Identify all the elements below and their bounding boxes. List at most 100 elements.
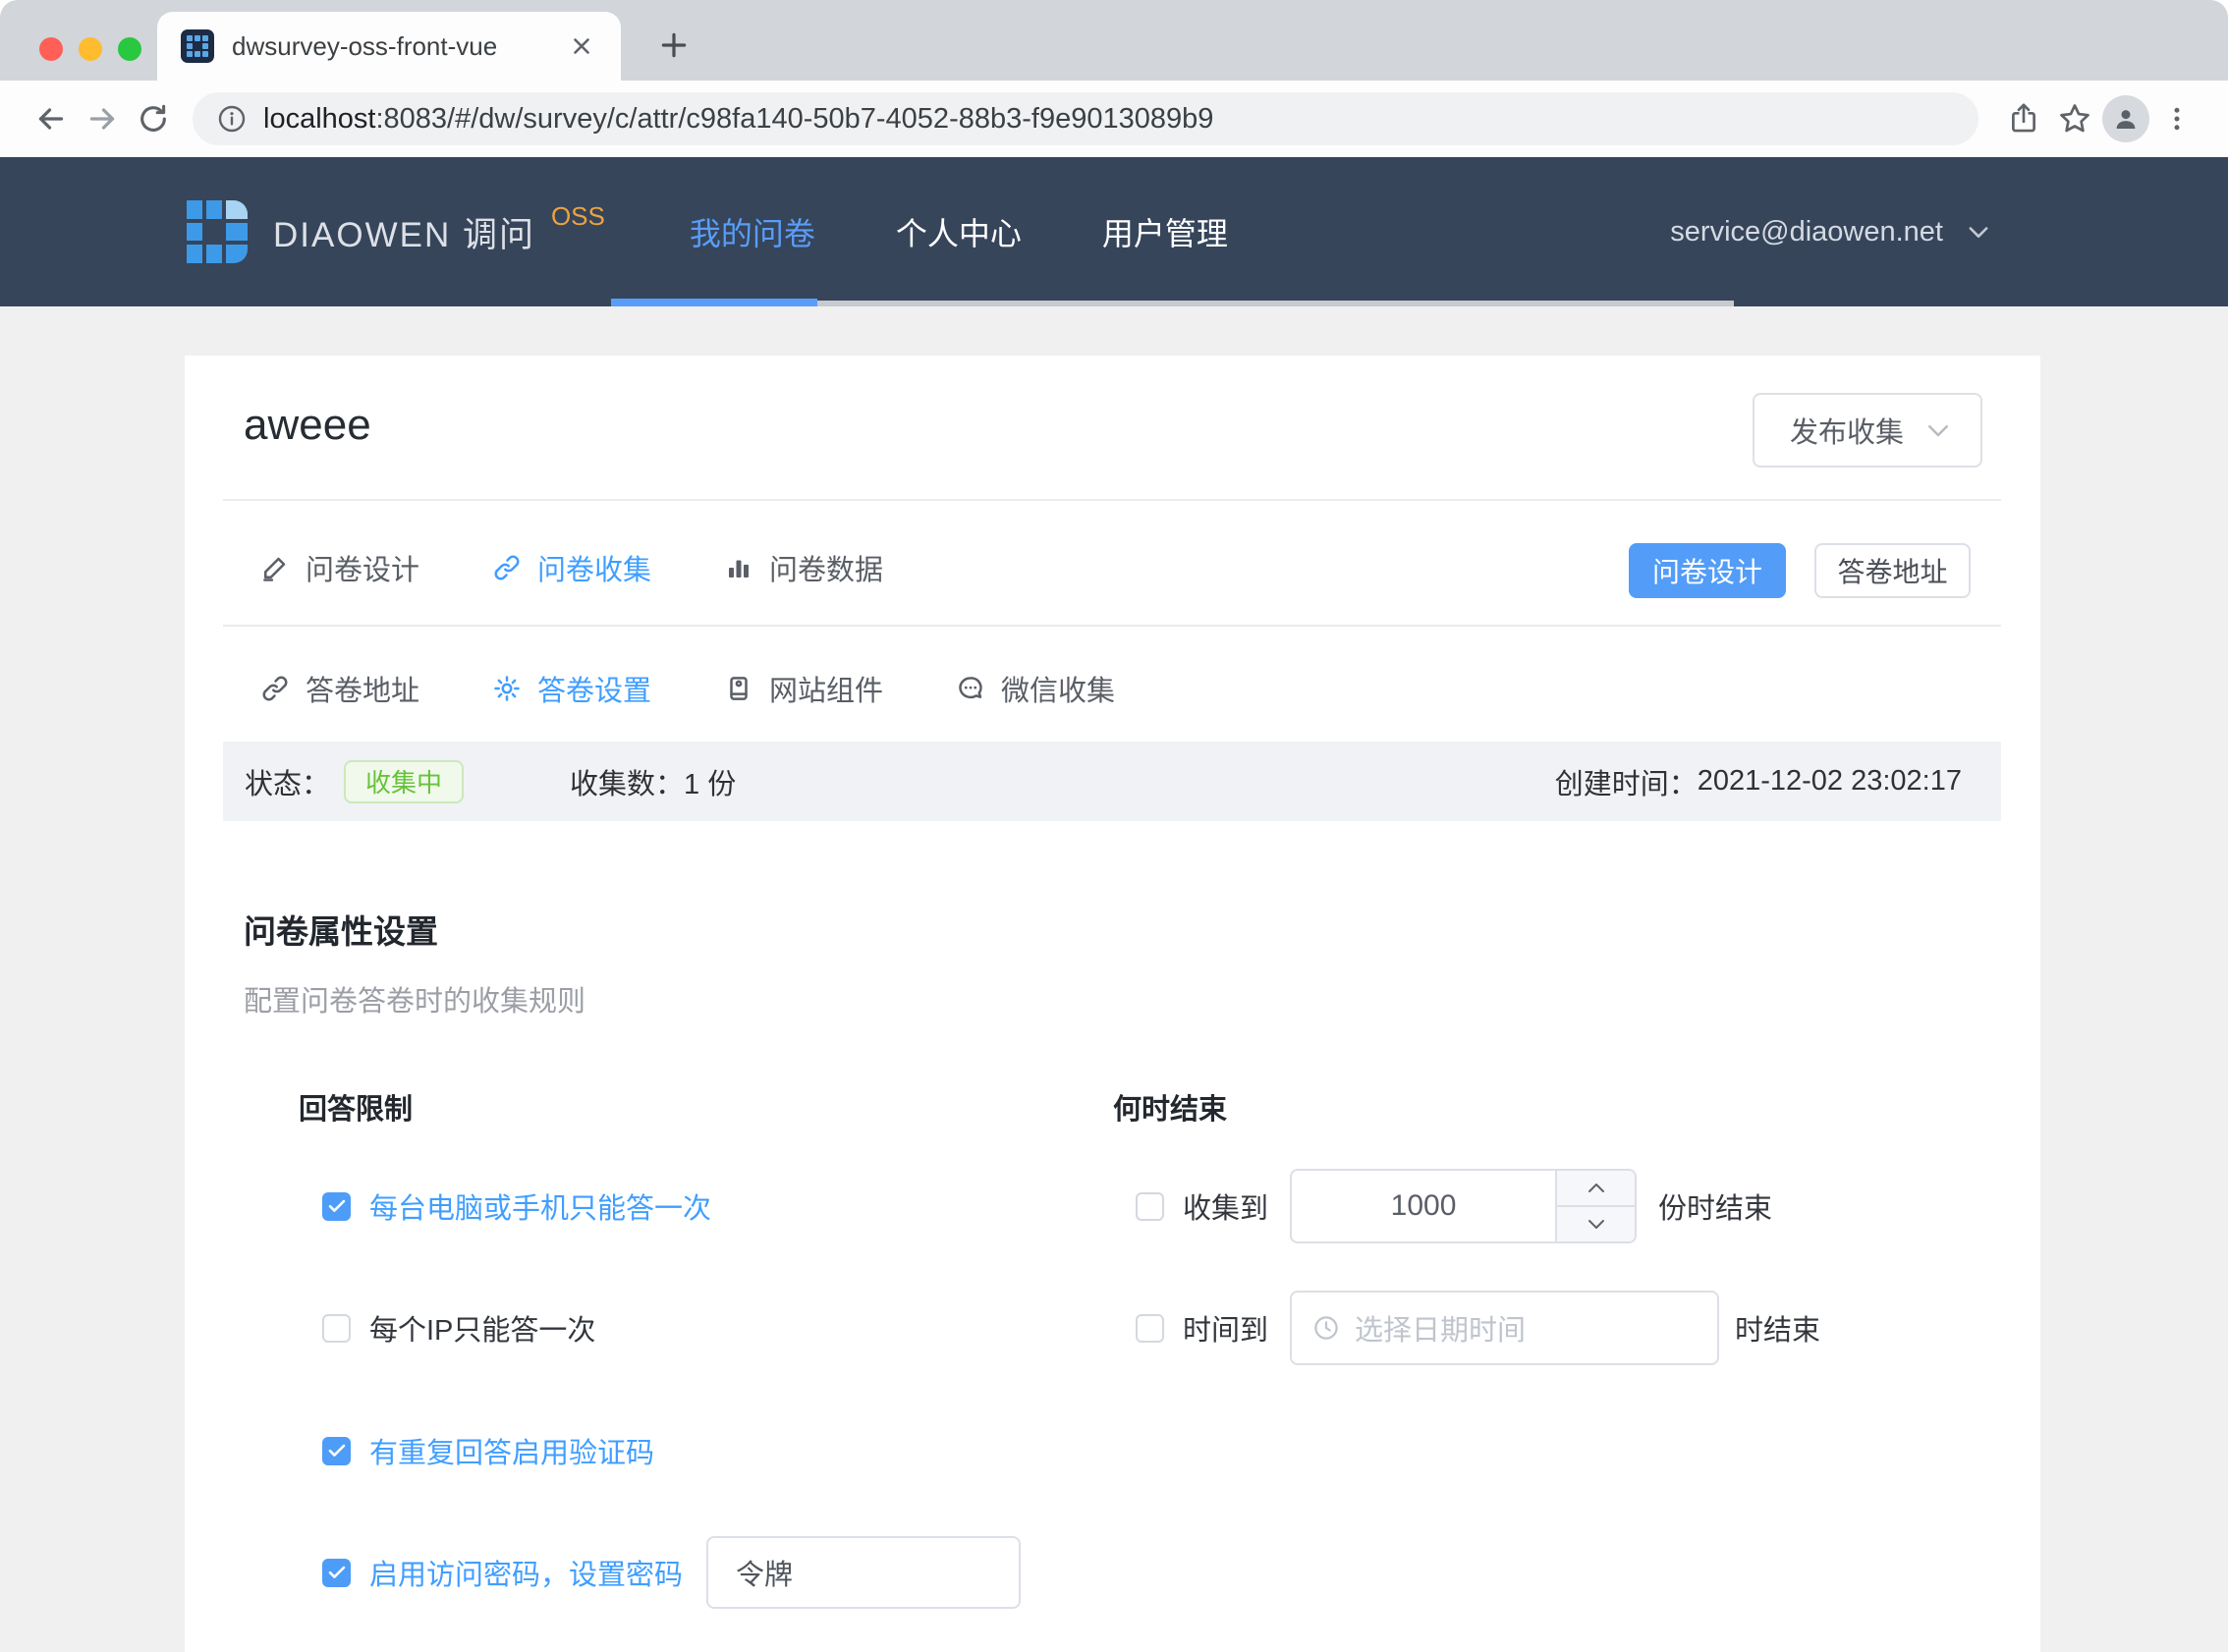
user-account-dropdown[interactable]: service@diaowen.net bbox=[1670, 157, 1992, 306]
page-background: aweee 发布收集 问卷设计 问卷收集 问卷数据 bbox=[0, 306, 2228, 1652]
gear-icon bbox=[492, 674, 522, 703]
divider bbox=[223, 625, 2001, 627]
chevron-down-icon bbox=[1965, 218, 1992, 246]
share-icon[interactable] bbox=[1998, 93, 2049, 144]
increase-icon[interactable] bbox=[1557, 1171, 1635, 1207]
menu-dots-icon[interactable] bbox=[2151, 93, 2202, 144]
date-picker-placeholder: 选择日期时间 bbox=[1355, 1307, 1526, 1349]
checkbox-access-password[interactable] bbox=[322, 1559, 351, 1587]
tab-wechat-collect[interactable]: 微信收集 bbox=[956, 668, 1115, 709]
checkbox-device-once[interactable] bbox=[322, 1192, 351, 1221]
section-description: 配置问卷答卷时的收集规则 bbox=[244, 978, 585, 1019]
end-rules-heading: 何时结束 bbox=[1113, 1086, 1227, 1128]
url-bar[interactable]: localhost:8083/#/dw/survey/c/attr/c98fa1… bbox=[193, 92, 1978, 145]
number-stepper bbox=[1555, 1171, 1635, 1241]
menu-item-personal-center[interactable]: 个人中心 bbox=[896, 209, 1022, 254]
section-title: 问卷属性设置 bbox=[244, 906, 438, 953]
option-ip-once: 每个IP只能答一次 bbox=[322, 1289, 595, 1367]
collect-count-input-wrap bbox=[1290, 1169, 1637, 1243]
check-icon bbox=[328, 1444, 346, 1458]
close-window-button[interactable] bbox=[39, 37, 63, 61]
window-controls bbox=[39, 37, 141, 61]
brand-name: DIAOWEN 调问 bbox=[273, 207, 535, 257]
link-icon bbox=[260, 674, 290, 703]
link-icon bbox=[492, 553, 522, 582]
menu-bottom-border bbox=[817, 301, 1734, 306]
created-time-label: 创建时间： bbox=[1555, 761, 1698, 802]
browser-window: dwsurvey-oss-front-vue localhost:8083/#/… bbox=[0, 0, 2228, 1652]
status-label: 状态： bbox=[245, 761, 330, 802]
new-tab-button[interactable] bbox=[650, 22, 697, 69]
wechat-chat-icon bbox=[956, 674, 985, 703]
status-badge: 收集中 bbox=[344, 760, 464, 803]
option-label[interactable]: 启用访问密码，设置密码 bbox=[369, 1552, 683, 1593]
back-icon[interactable] bbox=[26, 93, 77, 144]
tab-survey-data[interactable]: 问卷数据 bbox=[724, 547, 883, 588]
survey-tabs-primary: 问卷设计 问卷收集 问卷数据 bbox=[260, 524, 883, 611]
site-favicon bbox=[181, 29, 214, 63]
collect-count-value: 1 份 bbox=[684, 761, 736, 802]
time-to-label: 时间到 bbox=[1183, 1307, 1268, 1349]
clock-icon bbox=[1311, 1313, 1341, 1343]
tab-close-icon[interactable] bbox=[566, 30, 597, 62]
answer-limit-heading: 回答限制 bbox=[299, 1086, 413, 1128]
option-access-password: 启用访问密码，设置密码 bbox=[322, 1533, 1021, 1612]
minimize-window-button[interactable] bbox=[79, 37, 102, 61]
main-menu: 我的问卷 个人中心 用户管理 bbox=[690, 209, 1228, 254]
check-icon bbox=[328, 1566, 346, 1579]
menu-item-my-surveys[interactable]: 我的问卷 bbox=[690, 209, 815, 254]
bar-chart-icon bbox=[724, 553, 753, 582]
brand-badge: OSS bbox=[551, 201, 605, 232]
tag-icon bbox=[724, 674, 753, 703]
tab-answer-settings[interactable]: 答卷设置 bbox=[492, 668, 651, 709]
option-label[interactable]: 有重复回答启用验证码 bbox=[369, 1430, 654, 1471]
diaowen-logo bbox=[187, 200, 250, 263]
reload-icon[interactable] bbox=[128, 93, 179, 144]
url-text: localhost:8083/#/dw/survey/c/attr/c98fa1… bbox=[263, 103, 1213, 136]
survey-design-button[interactable]: 问卷设计 bbox=[1629, 543, 1786, 598]
forward-icon[interactable] bbox=[77, 93, 128, 144]
tab-title: dwsurvey-oss-front-vue bbox=[232, 31, 566, 62]
option-device-once: 每台电脑或手机只能答一次 bbox=[322, 1167, 711, 1245]
chevron-down-icon bbox=[1923, 415, 1953, 445]
survey-title: aweee bbox=[244, 401, 371, 450]
status-bar: 状态： 收集中 收集数： 1 份 创建时间： 2021-12-02 23:02:… bbox=[223, 742, 2001, 821]
site-info-icon[interactable] bbox=[216, 103, 248, 135]
survey-tabs-secondary: 答卷地址 答卷设置 网站组件 微信收集 bbox=[260, 648, 1115, 729]
collect-suffix-label: 份时结束 bbox=[1658, 1185, 1772, 1227]
tab-answer-address[interactable]: 答卷地址 bbox=[260, 668, 419, 709]
option-label[interactable]: 每个IP只能答一次 bbox=[369, 1307, 595, 1349]
collect-to-label: 收集到 bbox=[1183, 1185, 1268, 1227]
survey-card: aweee 发布收集 问卷设计 问卷收集 问卷数据 bbox=[185, 356, 2040, 1652]
edit-icon bbox=[260, 553, 290, 582]
decrease-icon[interactable] bbox=[1557, 1207, 1635, 1241]
rule-collect-count: 收集到 份时结束 bbox=[1136, 1167, 1772, 1245]
publish-status-select[interactable]: 发布收集 bbox=[1753, 393, 1982, 468]
tab-survey-design[interactable]: 问卷设计 bbox=[260, 547, 419, 588]
checkbox-ip-once[interactable] bbox=[322, 1314, 351, 1343]
browser-tab[interactable]: dwsurvey-oss-front-vue bbox=[157, 12, 621, 81]
bookmark-star-icon[interactable] bbox=[2049, 93, 2100, 144]
tab-site-widget[interactable]: 网站组件 bbox=[724, 668, 883, 709]
option-label[interactable]: 每台电脑或手机只能答一次 bbox=[369, 1185, 711, 1227]
created-time-value: 2021-12-02 23:02:17 bbox=[1698, 765, 1962, 798]
option-captcha: 有重复回答启用验证码 bbox=[322, 1411, 654, 1490]
user-email: service@diaowen.net bbox=[1670, 216, 1943, 248]
divider bbox=[223, 499, 2001, 501]
browser-toolbar: localhost:8083/#/dw/survey/c/attr/c98fa1… bbox=[0, 81, 2228, 157]
date-time-picker[interactable]: 选择日期时间 bbox=[1290, 1291, 1719, 1365]
tab-survey-collect[interactable]: 问卷收集 bbox=[492, 547, 651, 588]
access-password-input[interactable] bbox=[706, 1536, 1021, 1609]
app-navbar: DIAOWEN 调问 OSS 我的问卷 个人中心 用户管理 service@di… bbox=[0, 157, 2228, 306]
time-suffix-label: 时结束 bbox=[1735, 1307, 1820, 1349]
zoom-window-button[interactable] bbox=[118, 37, 141, 61]
menu-item-user-management[interactable]: 用户管理 bbox=[1102, 209, 1228, 254]
browser-tabstrip: dwsurvey-oss-front-vue bbox=[0, 0, 2228, 81]
checkbox-captcha[interactable] bbox=[322, 1437, 351, 1465]
check-icon bbox=[328, 1199, 346, 1213]
checkbox-end-time[interactable] bbox=[1136, 1314, 1164, 1343]
answer-address-button[interactable]: 答卷地址 bbox=[1814, 543, 1971, 598]
profile-avatar[interactable] bbox=[2100, 93, 2151, 144]
checkbox-collect-count[interactable] bbox=[1136, 1192, 1164, 1221]
collect-count-label: 收集数： bbox=[570, 761, 684, 802]
